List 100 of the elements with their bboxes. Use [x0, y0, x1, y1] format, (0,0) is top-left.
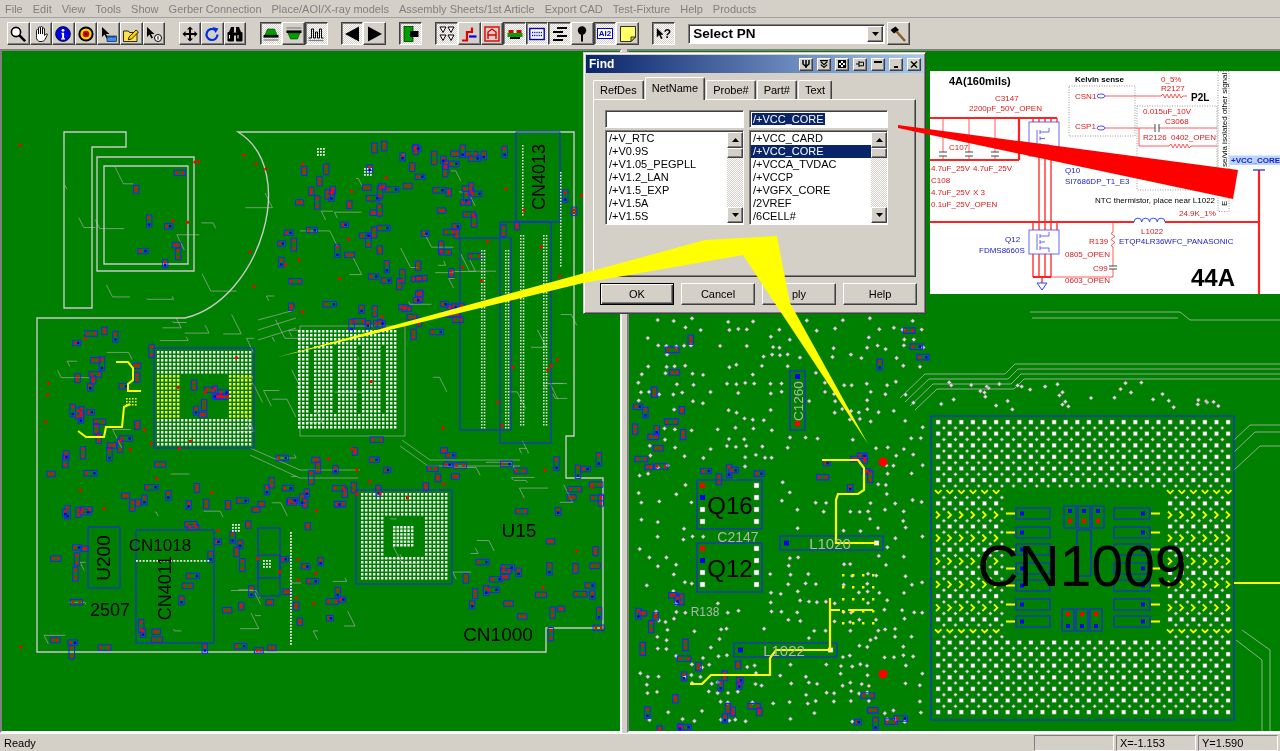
toolbar-button[interactable]: AI2: [593, 22, 617, 45]
title-bar-button[interactable]: [853, 57, 867, 71]
schematic-label: 0603_OPEN: [1065, 276, 1110, 285]
schematic-label: SI7686DP_T1_E3: [1065, 177, 1130, 186]
list-item[interactable]: /+V1.5S: [607, 210, 727, 223]
schematic-label: C3147: [995, 94, 1019, 103]
dropdown-button[interactable]: [867, 25, 884, 42]
title-bar-button[interactable]: [871, 57, 885, 71]
tab[interactable]: NetName: [644, 77, 706, 100]
dialog-button[interactable]: OK: [600, 283, 674, 305]
scroll-up-button[interactable]: [727, 132, 743, 148]
list-item[interactable]: /+VCCA_TVDAC: [751, 158, 871, 171]
schematic-label: 4.7uF_25V: [973, 164, 1013, 173]
layer-bottom-icon: [285, 25, 302, 42]
schematic-label: 4.7uF_25V: [931, 188, 971, 197]
schematic-label: C3068: [1165, 117, 1189, 126]
layer-top-icon: [263, 25, 279, 42]
list-icon: [551, 25, 568, 42]
component-label: Q12: [707, 554, 753, 582]
list-item[interactable]: /+V_RTC: [607, 132, 727, 145]
title-bar-button[interactable]: [799, 57, 813, 71]
list-item[interactable]: /2VREF: [751, 197, 871, 210]
scrollbar[interactable]: [871, 132, 887, 223]
schematic-label: 4A(160mils): [949, 75, 1011, 87]
schematic-label: R2127: [1161, 84, 1185, 93]
tab[interactable]: Probe#: [706, 80, 756, 99]
schematic-label: X 3: [973, 188, 985, 197]
toolbar-button[interactable]: [548, 22, 571, 45]
search-field[interactable]: /+VCC_CORE: [749, 110, 888, 128]
list-item[interactable]: /+VGFX_CORE: [751, 184, 871, 197]
component-label: C2147: [717, 529, 759, 545]
toolbar-button[interactable]: [503, 22, 526, 45]
close-button[interactable]: [907, 57, 921, 71]
schematic-label: 4.7uF_25V: [931, 164, 971, 173]
schematic-label: C107: [949, 143, 969, 152]
toolbar-button[interactable]: [304, 22, 328, 45]
target-icon: [78, 25, 95, 42]
title-bar-button[interactable]: [835, 57, 849, 71]
schematic-label: C99: [1093, 264, 1108, 273]
schematic-label: P2L: [1191, 92, 1210, 103]
schematic-label: Q10: [1065, 166, 1081, 175]
schematic-label: 0.1uF_25V_OPEN: [931, 200, 998, 209]
cursor-circle-icon: [145, 25, 162, 42]
schematic-label: CSP1: [1075, 122, 1096, 131]
toolbar-button[interactable]: [525, 22, 549, 45]
dialog-button[interactable]: Cancel: [681, 283, 755, 305]
info-icon: [55, 25, 72, 42]
list-item[interactable]: /6CELL#: [751, 210, 871, 223]
scroll-thumb[interactable]: [727, 148, 743, 158]
scroll-down-button[interactable]: [871, 207, 887, 223]
schematic-label: NTC thermistor, place near L1022: [1095, 196, 1216, 205]
list-item[interactable]: /+V1.5_EXP: [607, 184, 727, 197]
scroll-down-button[interactable]: [727, 207, 743, 223]
toolbar-button[interactable]: [340, 22, 364, 45]
toolbar-button[interactable]: ?: [652, 22, 675, 45]
frame-icon: [483, 25, 500, 42]
schematic-label: ETQP4LR36WFC_PANASONIC: [1119, 237, 1234, 246]
caret-icon: [871, 31, 879, 36]
schematic-label: 0402_OPEN: [1171, 133, 1216, 142]
list-item[interactable]: /+VCC_CARD: [751, 132, 871, 145]
component-label: L1020: [809, 534, 851, 552]
schematic-label: R2126: [1143, 133, 1167, 142]
dialog-button[interactable]: Help: [843, 283, 917, 305]
list-item[interactable]: /+V1.05_PEGPLL: [607, 158, 727, 171]
component-label: U200: [92, 535, 114, 581]
title-bar-button[interactable]: [817, 57, 831, 71]
schematic-label: 44A: [1191, 264, 1236, 291]
toolbar-button[interactable]: [399, 22, 423, 45]
scroll-up-button[interactable]: [871, 132, 887, 148]
component-label: 2507: [90, 600, 130, 620]
dash-icon: [874, 60, 882, 63]
schematic-label: 0805_OPEN: [1065, 250, 1110, 259]
schematic-label: se/via isolated other signal: [1220, 72, 1229, 167]
dotted-box-icon: [529, 25, 546, 42]
tab[interactable]: Part#: [756, 80, 797, 99]
magnifier-icon: [10, 25, 27, 42]
list-item[interactable]: /+VCCP: [751, 171, 871, 184]
list-item[interactable]: /+V0.9S: [607, 145, 727, 158]
search-field[interactable]: [605, 110, 744, 128]
part-number-dropdown[interactable]: Select PN: [688, 23, 886, 44]
close-icon: [910, 60, 918, 68]
tab[interactable]: RefDes: [593, 80, 644, 99]
fork-icon: [802, 60, 810, 68]
schematic-label: Kelvin sense: [1075, 75, 1124, 84]
toolbar-button[interactable]: [435, 22, 459, 45]
minimize-button[interactable]: [889, 57, 903, 71]
list-item[interactable]: /+VCC_CORE: [751, 145, 871, 158]
schematic-label: E: [1220, 200, 1229, 206]
toolbar-button[interactable]: [259, 22, 283, 45]
component-label: Q16: [707, 491, 753, 519]
scroll-thumb[interactable]: [871, 148, 887, 158]
net-flag-label: +VCC_CORE: [1229, 155, 1280, 165]
schematic-label: C108: [931, 176, 951, 185]
binoculars-icon: [227, 25, 244, 42]
component-label: CN4011: [155, 555, 175, 621]
tab[interactable]: Text: [797, 80, 833, 99]
list-item[interactable]: /+V1.2_LAN: [607, 171, 727, 184]
list-item[interactable]: /+V1.5A: [607, 197, 727, 210]
scrollbar[interactable]: [727, 132, 743, 223]
component-label: CN1000: [463, 623, 533, 645]
